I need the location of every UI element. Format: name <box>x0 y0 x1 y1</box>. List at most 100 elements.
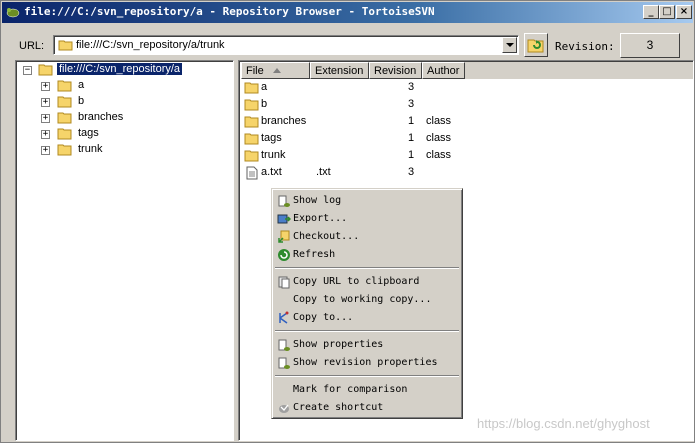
folder-icon <box>57 80 72 92</box>
chevron-down-icon <box>506 43 514 47</box>
menu-separator <box>275 267 459 269</box>
revision-label: Revision: <box>555 40 615 53</box>
expand-icon[interactable]: + <box>41 114 50 123</box>
list-item-tags[interactable]: tags 1 class <box>241 130 691 147</box>
folder-icon <box>244 133 259 145</box>
column-header-file[interactable]: File <box>241 62 310 79</box>
tree-item-label: branches <box>78 111 124 123</box>
menu-item-export[interactable]: Export... <box>275 210 459 228</box>
url-bar: URL: file:///C:/svn_repository/a/trunk R… <box>1 31 694 61</box>
file-name: branches <box>261 115 307 127</box>
menu-item-mark-for-comparison[interactable]: Mark for comparison <box>275 381 459 399</box>
expand-icon[interactable]: + <box>41 98 50 107</box>
clipboard-icon <box>278 276 290 289</box>
expand-icon[interactable]: + <box>41 82 50 91</box>
file-name: trunk <box>261 149 286 161</box>
menu-item-refresh[interactable]: Refresh <box>275 246 459 264</box>
list-item-trunk[interactable]: trunk 1 class <box>241 147 691 164</box>
file-author: class <box>426 115 452 127</box>
revision-button[interactable]: 3 <box>620 33 680 58</box>
url-label: URL: <box>19 40 45 52</box>
file-name: tags <box>261 132 282 144</box>
folder-icon <box>244 116 259 128</box>
menu-item-copy-to-working-copy[interactable]: Copy to working copy... <box>275 291 459 309</box>
menu-item-label: Copy to working copy... <box>293 294 432 305</box>
tree-item-tags[interactable]: + tags <box>16 126 216 142</box>
folder-open-icon <box>38 64 53 76</box>
expand-icon[interactable]: + <box>41 130 50 139</box>
list-item-a[interactable]: a 3 <box>241 79 691 96</box>
folder-icon <box>244 150 259 162</box>
column-header-author[interactable]: Author <box>422 62 465 79</box>
file-revision: 3 <box>408 166 415 178</box>
menu-item-show-log[interactable]: Show log <box>275 192 459 210</box>
tree-item-label: a <box>78 79 85 91</box>
file-revision: 1 <box>408 132 415 144</box>
file-author: class <box>426 132 452 144</box>
file-revision: 3 <box>408 98 415 110</box>
file-revision: 1 <box>408 149 415 161</box>
column-header-extension[interactable]: Extension <box>310 62 369 79</box>
file-name: b <box>261 98 268 110</box>
menu-item-label: Copy to... <box>293 312 354 323</box>
menu-item-copy-to[interactable]: Copy to... <box>275 309 459 327</box>
file-revision: 3 <box>408 81 415 93</box>
minimize-button[interactable]: _ <box>643 5 659 19</box>
tree-item-trunk[interactable]: + trunk <box>16 142 216 158</box>
collapse-icon[interactable]: − <box>23 66 32 75</box>
tree-item-root[interactable]: − file:///C:/svn_repository/a <box>16 62 216 78</box>
window-title: file:///C:/svn_repository/a - Repository… <box>24 5 435 18</box>
column-header-revision[interactable]: Revision <box>369 62 422 79</box>
tortoise-app-icon <box>6 8 20 18</box>
menu-item-label: Refresh <box>293 249 336 260</box>
menu-item-label: Show properties <box>293 339 384 350</box>
shortcut-icon <box>279 404 289 413</box>
tree-item-label: file:///C:/svn_repository/a <box>57 63 183 75</box>
folder-icon <box>58 40 73 51</box>
url-dropdown-button[interactable] <box>502 37 517 53</box>
close-button[interactable]: × <box>676 5 692 19</box>
title-bar[interactable]: file:///C:/svn_repository/a - Repository… <box>2 2 693 23</box>
list-item-branches[interactable]: branches 1 class <box>241 113 691 130</box>
list-item-a-txt[interactable]: a.txt .txt 3 <box>241 164 691 181</box>
text-file-icon <box>246 166 258 180</box>
maximize-button[interactable]: □ <box>659 5 675 19</box>
tree-item-label: b <box>78 95 85 107</box>
menu-item-label: Create shortcut <box>293 402 384 413</box>
menu-item-checkout[interactable]: Checkout... <box>275 228 459 246</box>
menu-item-label: Copy URL to clipboard <box>293 276 420 287</box>
menu-separator <box>275 375 459 377</box>
menu-item-label: Mark for comparison <box>293 384 408 395</box>
sort-ascending-icon <box>273 68 281 73</box>
folder-refresh-icon <box>527 39 544 53</box>
folder-icon <box>244 82 259 94</box>
show-log-icon <box>278 195 290 207</box>
watermark-text: https://blog.csdn.net/ghyghost <box>477 416 650 431</box>
expand-icon[interactable]: + <box>41 146 50 155</box>
checkout-icon <box>278 230 290 243</box>
url-combobox[interactable]: file:///C:/svn_repository/a/trunk <box>53 35 519 55</box>
tree-item-branches[interactable]: + branches <box>16 110 216 126</box>
repository-tree[interactable]: − file:///C:/svn_repository/a + a + b + … <box>15 60 234 441</box>
properties-icon <box>278 357 290 369</box>
menu-item-show-revision-properties[interactable]: Show revision properties <box>275 354 459 372</box>
file-author: class <box>426 149 452 161</box>
folder-icon <box>57 112 72 124</box>
url-value[interactable]: file:///C:/svn_repository/a/trunk <box>76 39 225 51</box>
folder-icon <box>244 99 259 111</box>
folder-icon <box>57 128 72 140</box>
list-item-b[interactable]: b 3 <box>241 96 691 113</box>
menu-item-label: Export... <box>293 213 348 224</box>
menu-item-show-properties[interactable]: Show properties <box>275 336 459 354</box>
menu-item-label: Checkout... <box>293 231 360 242</box>
menu-item-copy-url[interactable]: Copy URL to clipboard <box>275 273 459 291</box>
menu-item-create-shortcut[interactable]: Create shortcut <box>275 399 459 417</box>
refresh-icon <box>278 249 290 261</box>
file-name: a <box>261 81 268 93</box>
folder-icon <box>57 96 72 108</box>
tree-item-a[interactable]: + a <box>16 78 216 94</box>
folder-icon <box>57 144 72 156</box>
copy-to-icon <box>279 311 289 324</box>
browse-button[interactable] <box>524 33 548 57</box>
tree-item-b[interactable]: + b <box>16 94 216 110</box>
